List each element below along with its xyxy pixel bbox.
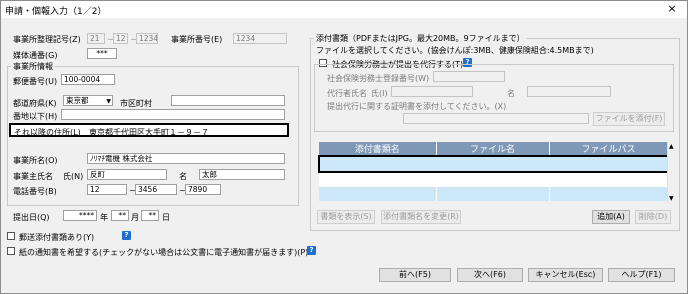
agent-sei-field[interactable]	[391, 86, 473, 97]
date-year-field[interactable]: ****	[63, 210, 97, 221]
media-field[interactable]: ***	[87, 48, 117, 59]
cert-file-field[interactable]	[403, 113, 589, 124]
phone-field-3[interactable]: 7890	[185, 184, 221, 195]
postal-label: 郵便番号(U)	[13, 77, 58, 86]
sharoushi-no-field[interactable]	[433, 71, 505, 82]
date-year-unit: 年	[100, 213, 108, 222]
scroll-down-icon[interactable]: ▼	[669, 195, 674, 202]
next-button[interactable]: 次へ(F6)	[457, 268, 523, 282]
phone-field-1[interactable]: 12	[87, 184, 127, 195]
submit-date-label: 提出日(Q)	[13, 213, 50, 222]
agent-sei-label: 氏(I)	[371, 89, 388, 98]
help-icon[interactable]: ?	[307, 246, 316, 255]
table-scrollbar[interactable]: ▲ ▼	[667, 142, 677, 203]
paper-notice-label: 紙の通知書を希望する(チェックがない場合は公文書に電子通知書が届きます)(P)	[19, 248, 309, 257]
pref-select[interactable]: 東京都 ▼	[63, 95, 113, 106]
date-day-unit: 日	[162, 213, 170, 222]
postal-field[interactable]: 100-0004	[61, 74, 115, 85]
window-title: 申請・個報入力（1／2）	[5, 7, 107, 17]
column-header[interactable]: 添付書類名	[319, 142, 437, 156]
help-button[interactable]: ヘルプ(F1)	[608, 268, 675, 282]
office-no-field[interactable]: 1234	[233, 33, 287, 44]
agent-mei-label: 名	[507, 89, 515, 98]
phone-field-2[interactable]: 3456	[135, 184, 177, 195]
date-month-field[interactable]: **	[111, 210, 129, 221]
help-icon[interactable]: ?	[122, 231, 131, 240]
date-day-field[interactable]: **	[141, 210, 159, 221]
table-header-row: 添付書類名 ファイル名 ファイルパス	[319, 142, 669, 156]
attachments-note: ファイルを選択してください。(協会けんぽ:3MB、健康保険組合:4.5MBまで)	[316, 46, 594, 55]
office-name-label: 事業所名(O)	[13, 156, 58, 165]
owner-label: 事業主氏名	[13, 172, 53, 181]
show-doc-button[interactable]: 書類を表示(S)	[317, 210, 375, 224]
column-header[interactable]: ファイルパス	[549, 142, 669, 156]
attachments-legend: 添付書類（PDFまたはJPG。最大20MB。9ファイルまで）	[314, 33, 527, 44]
media-label: 媒体通番(G)	[13, 51, 58, 60]
after-address-value[interactable]: 東京都千代田区大手町１－９－７	[89, 127, 209, 138]
agent-name-label: 代行者氏名	[327, 89, 367, 98]
agent-mei-field[interactable]	[527, 86, 611, 97]
mail-attach-checkbox[interactable]	[7, 232, 15, 240]
office-reg-label: 事業所整理記号(Z)	[13, 35, 81, 44]
owner-sei-label: 氏(N)	[63, 172, 84, 181]
cert-label: 提出代行に関する証明書を添付してください。(X)	[327, 102, 507, 111]
owner-sei-field[interactable]: 反町	[87, 169, 167, 180]
dialog-window: 申請・個報入力（1／2） × 事業所整理記号(Z) 21 － 12 － 1234…	[0, 0, 688, 294]
after-address-label: それ以降の住所(L)	[14, 128, 81, 137]
cancel-button[interactable]: キャンセル(Esc)	[528, 268, 603, 282]
chevron-down-icon: ▼	[106, 98, 111, 105]
attachments-table: 添付書類名 ファイル名 ファイルパス	[318, 142, 669, 201]
office-info-legend: 事業所情報	[11, 61, 55, 72]
city-label: 市区町村	[120, 99, 152, 108]
pref-select-value: 東京都	[66, 96, 89, 105]
office-reg-field-1[interactable]: 21	[87, 33, 105, 44]
attach-file-button[interactable]: ファイルを添付(F)	[593, 112, 665, 126]
column-header[interactable]: ファイル名	[436, 142, 550, 156]
table-row[interactable]	[318, 155, 669, 173]
selected-row-cell	[318, 155, 669, 173]
office-name-field[interactable]: ﾉﾘﾏﾁ電機 株式会社	[87, 153, 285, 164]
prev-button[interactable]: 前へ(F5)	[379, 268, 451, 282]
banchi-label: 番地以下(H)	[13, 112, 58, 121]
mail-attach-label: 郵送添付書類あり(Y)	[19, 233, 95, 242]
owner-mei-label: 名	[179, 172, 187, 181]
office-reg-field-3[interactable]: 1234	[136, 33, 158, 44]
scroll-up-icon[interactable]: ▲	[669, 143, 674, 150]
banchi-field[interactable]	[61, 109, 285, 120]
delete-button[interactable]: 削除(D)	[635, 210, 671, 224]
office-no-label: 事業所番号(E)	[171, 35, 223, 44]
office-reg-field-2[interactable]: 12	[113, 33, 128, 44]
add-button[interactable]: 追加(A)	[592, 210, 630, 224]
pref-label: 都道府県(K)	[13, 99, 57, 108]
sharoushi-no-label: 社会保険労務士登録番号(W)	[327, 74, 430, 83]
after-address-row: それ以降の住所(L) 東京都千代田区大手町１－９－７	[9, 123, 289, 137]
paper-notice-checkbox[interactable]	[7, 247, 15, 255]
close-button[interactable]: ×	[659, 1, 685, 18]
table-row[interactable]	[319, 172, 669, 187]
table-row[interactable]	[319, 187, 669, 201]
owner-mei-field[interactable]: 太郎	[199, 169, 285, 180]
change-doc-name-button[interactable]: 添付書類名を変更(R)	[381, 210, 461, 224]
city-field[interactable]	[171, 95, 285, 106]
date-month-unit: 月	[131, 213, 139, 222]
phone-label: 電話番号(B)	[13, 187, 57, 196]
title-bar: 申請・個報入力（1／2） ×	[1, 1, 687, 18]
